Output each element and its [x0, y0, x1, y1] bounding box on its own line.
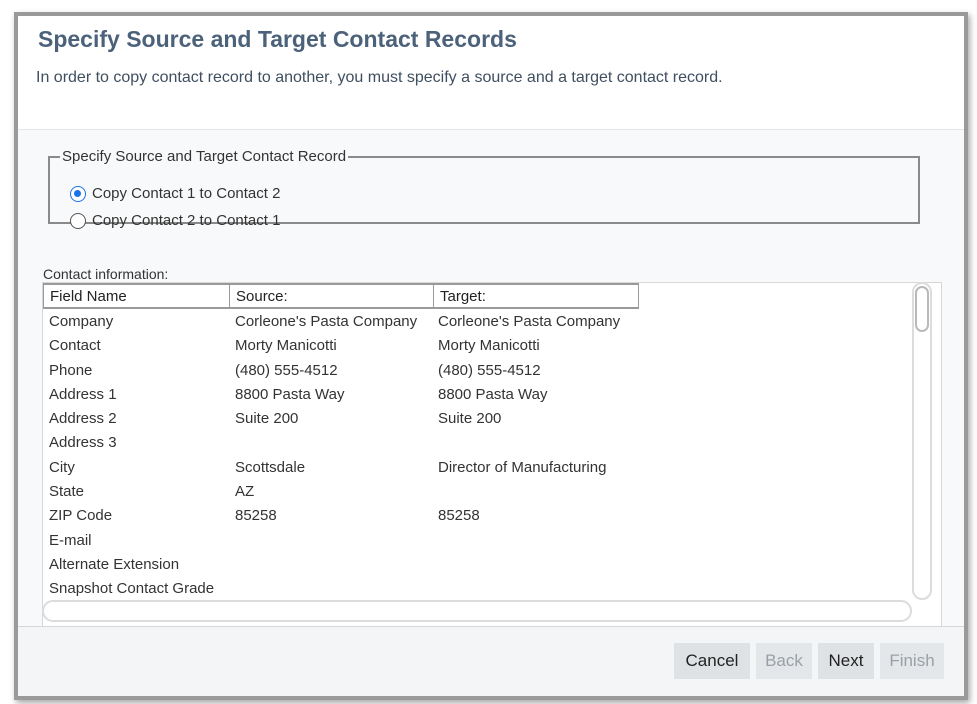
cancel-button[interactable]: Cancel	[674, 643, 750, 679]
source-cell: 8800 Pasta Way	[235, 385, 345, 403]
target-cell	[433, 532, 643, 556]
table-row[interactable]: Alternate Extension	[43, 556, 643, 580]
target-cell	[433, 434, 643, 458]
radio-label-copy-1-to-2: Copy Contact 1 to Contact 2	[92, 185, 281, 202]
page-title: Specify Source and Target Contact Record…	[38, 26, 517, 52]
source-cell: AZ	[235, 483, 255, 501]
target-cell: (480) 555-4512	[438, 361, 541, 379]
target-cell: Morty Manicotti	[438, 337, 540, 355]
copy-direction-legend: Specify Source and Target Contact Record	[62, 148, 347, 165]
target-cell: Corleone's Pasta Company	[438, 313, 621, 330]
field-name-cell: Phone	[49, 361, 93, 379]
contact-rows: Company Corleone's Pasta Company Corleone'…	[43, 313, 643, 605]
finish-button[interactable]: Finish	[880, 643, 944, 679]
table-row[interactable]: Phone (480) 555-4512 (480) 555-4512	[43, 362, 643, 386]
radio-copy-1-to-2[interactable]: Copy Contact 1 to Contact 2	[70, 185, 280, 202]
page-subtitle: In order to copy contact record to anoth…	[36, 69, 723, 86]
field-name-cell: Address 1	[49, 385, 117, 403]
table-row[interactable]: E-mail	[43, 532, 643, 556]
field-name-cell: City	[49, 458, 75, 476]
column-header-field-name[interactable]: Field Name	[44, 285, 230, 307]
source-cell: (480) 555-4512	[235, 361, 338, 379]
column-header-source[interactable]: Source:	[230, 285, 434, 307]
field-name-cell: Alternate Extension	[49, 555, 180, 573]
target-cell: Suite 200	[438, 410, 502, 428]
next-button[interactable]: Next	[818, 643, 874, 679]
source-cell	[229, 434, 433, 458]
source-cell: Suite 200	[235, 410, 299, 428]
field-name-cell: Contact	[49, 337, 101, 355]
source-cell	[229, 532, 433, 556]
contact-info-list[interactable]: Field Name Source: Target: Company Corleo…	[42, 282, 942, 628]
target-cell: 85258	[438, 507, 480, 525]
dialog-header: Specify Source and Target Contact Record…	[18, 16, 964, 130]
source-cell: Scottsdale	[235, 458, 306, 476]
source-cell: Morty Manicotti	[235, 337, 337, 355]
source-cell: 85258	[235, 507, 277, 525]
table-row[interactable]: Address 3	[43, 434, 643, 458]
table-row[interactable]: Address 1 8800 Pasta Way 8800 Pasta Way	[43, 386, 643, 410]
column-header-target[interactable]: Target:	[434, 285, 638, 307]
table-row[interactable]: ZIP Code 85258 85258	[43, 507, 643, 531]
table-row[interactable]: Contact Morty Manicotti Morty Manicotti	[43, 337, 643, 361]
field-name-cell: Address 3	[49, 434, 117, 452]
source-cell: Corleone's Pasta Company	[235, 313, 418, 330]
vertical-scrollbar[interactable]	[912, 282, 932, 600]
vertical-scroll-thumb[interactable]	[915, 286, 929, 332]
field-name-cell: Address 2	[49, 410, 117, 428]
target-cell: 8800 Pasta Way	[438, 385, 548, 403]
wizard-dialog: Specify Source and Target Contact Record…	[14, 12, 968, 700]
field-name-cell: E-mail	[49, 531, 92, 549]
radio-selected-icon[interactable]	[70, 185, 86, 202]
horizontal-scrollbar[interactable]	[42, 600, 912, 622]
source-cell	[229, 556, 433, 580]
back-button[interactable]: Back	[756, 643, 812, 679]
target-cell	[433, 483, 643, 507]
radio-unselected-icon[interactable]	[70, 212, 86, 229]
radio-label-copy-2-to-1: Copy Contact 2 to Contact 1	[92, 212, 281, 229]
table-row[interactable]: Company Corleone's Pasta Company Corleone'…	[43, 313, 643, 337]
field-name-cell: ZIP Code	[49, 507, 113, 525]
contact-info-label: Contact information:	[43, 266, 169, 282]
dialog-footer: Cancel Back Next Finish	[18, 626, 964, 696]
column-headers: Field Name Source: Target:	[43, 283, 639, 309]
field-name-cell: Company	[49, 313, 114, 330]
target-cell	[433, 556, 643, 580]
table-row[interactable]: State AZ	[43, 483, 643, 507]
table-row[interactable]: Address 2 Suite 200 Suite 200	[43, 410, 643, 434]
field-name-cell: State	[49, 483, 85, 501]
copy-direction-group: Specify Source and Target Contact Record…	[48, 148, 920, 229]
target-cell: Director of Manufacturing	[438, 458, 607, 476]
table-row[interactable]: City Scottsdale Director of Manufacturing	[43, 459, 643, 483]
dialog-content: Specify Source and Target Contact Record…	[18, 130, 964, 628]
radio-copy-2-to-1[interactable]: Copy Contact 2 to Contact 1	[70, 212, 280, 229]
